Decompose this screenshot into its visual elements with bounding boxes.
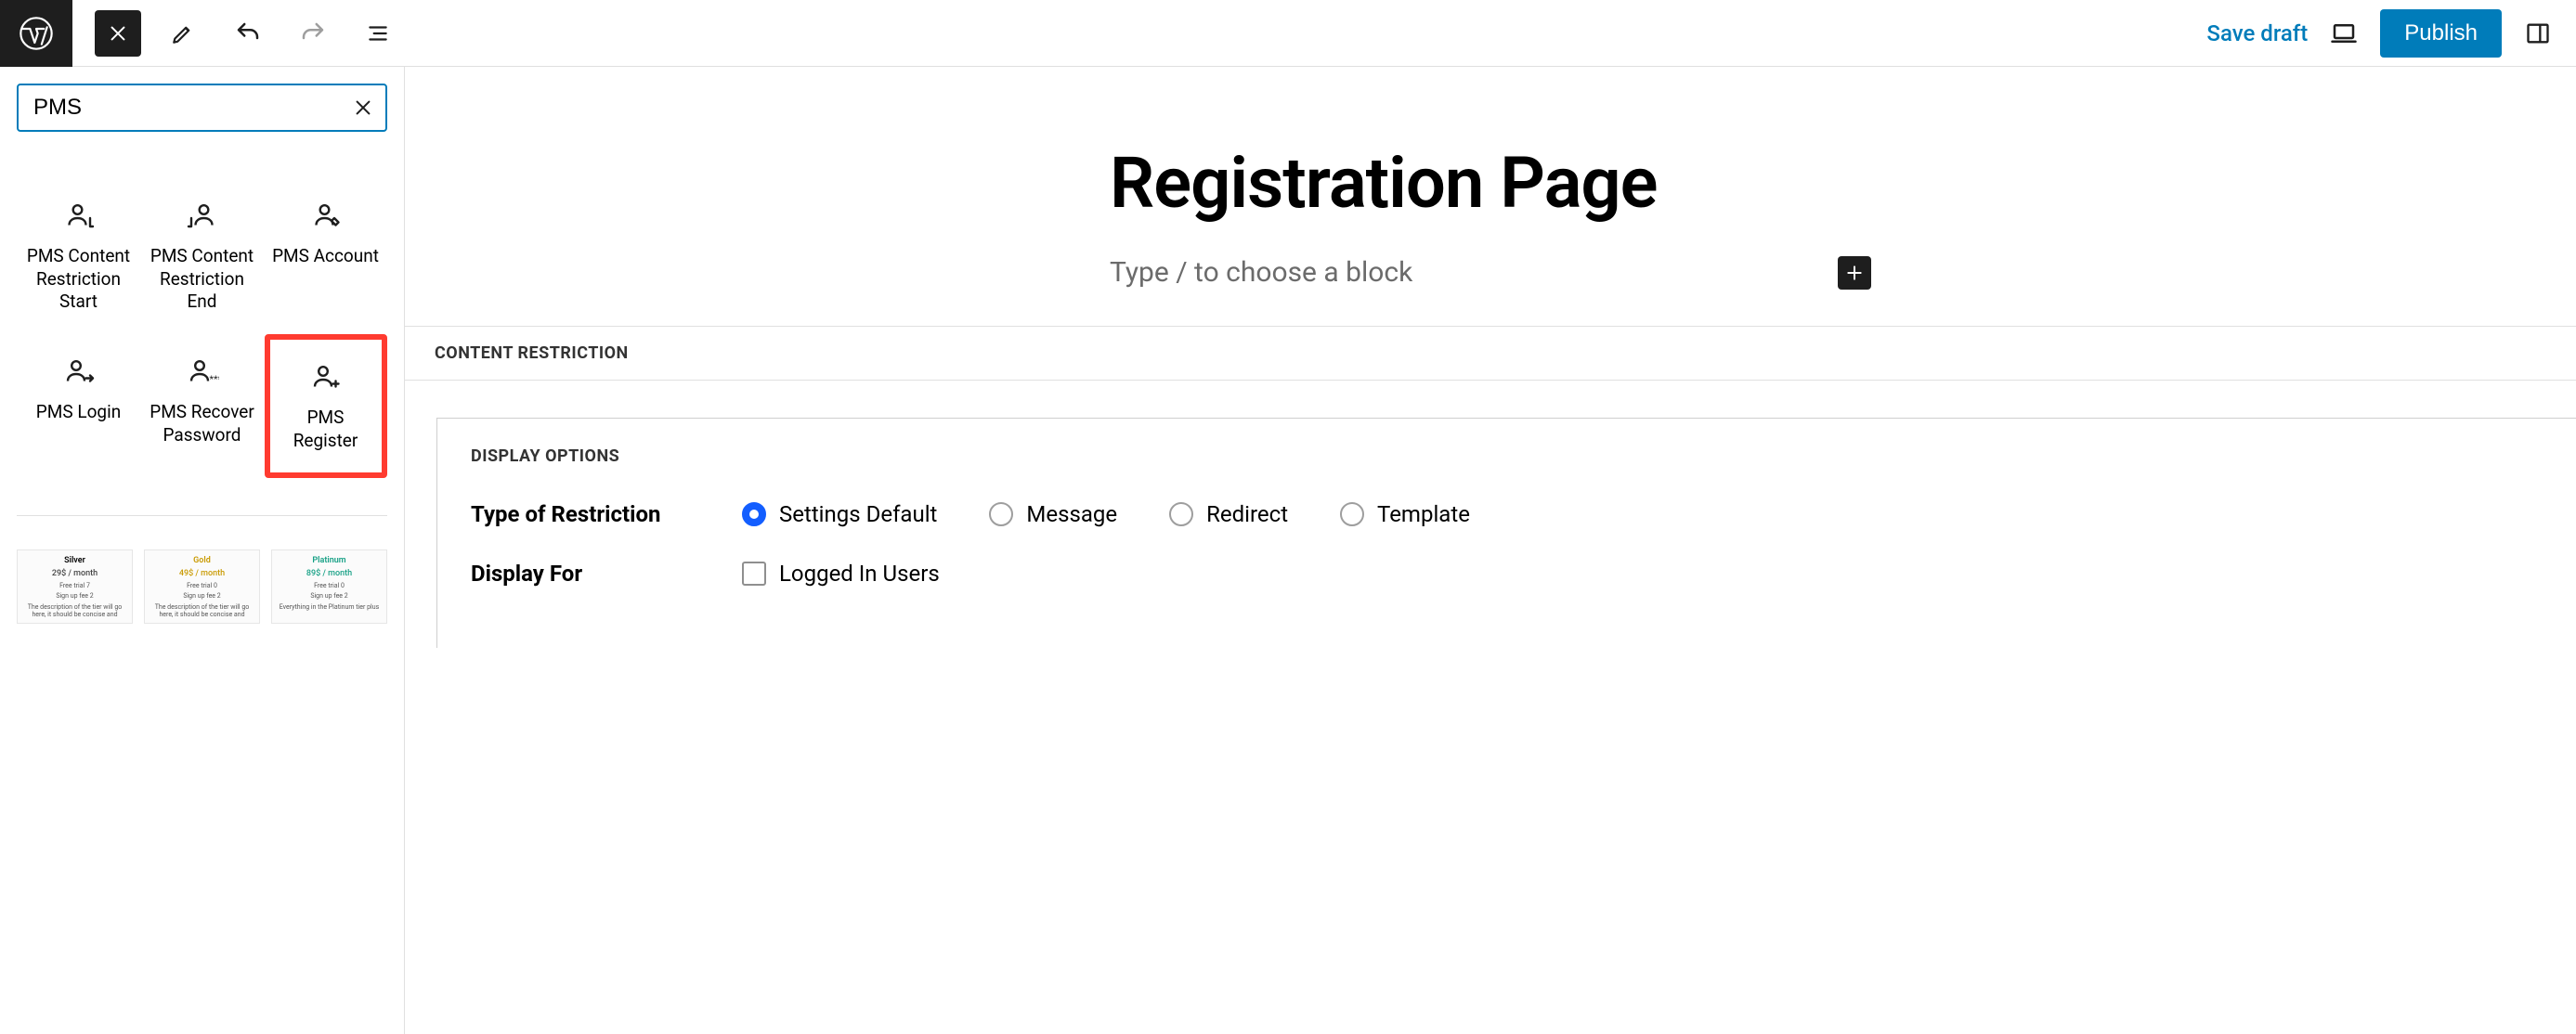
list-view-icon xyxy=(366,21,390,45)
radio-indicator-icon xyxy=(1169,502,1193,526)
undo-button[interactable] xyxy=(225,10,271,57)
block-label: PMS Recover Password xyxy=(145,401,260,446)
block-label: PMS Login xyxy=(36,401,121,424)
user-bracket-close-icon xyxy=(186,199,219,232)
block-pms-login[interactable]: PMS Login xyxy=(18,334,140,478)
block-label: PMS Content Restriction End xyxy=(145,245,260,314)
laptop-icon xyxy=(2330,19,2358,47)
page-title[interactable]: Registration Page xyxy=(1110,141,1871,225)
editor-topbar: Save draft Publish xyxy=(0,0,2576,67)
content-restriction-heading: CONTENT RESTRICTION xyxy=(405,326,2576,381)
radio-message[interactable]: Message xyxy=(989,501,1117,527)
checkbox-indicator-icon xyxy=(742,562,766,586)
type-of-restriction-radios: Settings Default Message Redirect T xyxy=(742,501,1470,527)
user-edit-icon xyxy=(309,199,343,232)
redo-button[interactable] xyxy=(290,10,336,57)
publish-button[interactable]: Publish xyxy=(2380,9,2502,58)
undo-icon xyxy=(234,19,262,47)
radio-indicator-icon xyxy=(989,502,1013,526)
radio-settings-default[interactable]: Settings Default xyxy=(742,501,937,527)
radio-template[interactable]: Template xyxy=(1340,501,1470,527)
preview-tier-platinum: Platinum 89$ / month Free trial 0 Sign u… xyxy=(271,549,387,623)
block-label: PMS Account xyxy=(272,245,379,268)
block-pms-account[interactable]: PMS Account xyxy=(265,178,387,334)
block-label: PMS Register xyxy=(274,407,378,452)
display-for-label: Display For xyxy=(471,561,742,587)
preview-device-button[interactable] xyxy=(2321,10,2367,57)
wp-logo-button[interactable] xyxy=(0,0,72,67)
edit-tool-button[interactable] xyxy=(160,10,206,57)
user-arrow-icon xyxy=(62,355,96,388)
preview-tier-silver: Silver 29$ / month Free trial 7 Sign up … xyxy=(17,549,133,623)
block-pms-content-restriction-start[interactable]: PMS Content Restriction Start xyxy=(18,178,140,334)
close-icon xyxy=(353,97,373,118)
close-inserter-button[interactable] xyxy=(95,10,141,57)
add-block-button[interactable] xyxy=(1838,256,1871,290)
redo-icon xyxy=(299,19,327,47)
radio-indicator-icon xyxy=(1340,502,1364,526)
block-pms-recover-password[interactable]: ***? PMS Recover Password xyxy=(141,334,264,478)
clear-search-button[interactable] xyxy=(346,91,380,124)
user-bracket-open-icon xyxy=(62,199,96,232)
checkbox-logged-in-users[interactable]: Logged In Users xyxy=(742,561,940,587)
preview-tier-gold: Gold 49$ / month Free trial 0 Sign up fe… xyxy=(144,549,260,623)
block-pms-register[interactable]: PMS Register xyxy=(265,334,387,478)
block-search-input[interactable] xyxy=(17,84,387,132)
save-draft-button[interactable]: Save draft xyxy=(2193,11,2321,56)
user-plus-icon xyxy=(309,360,343,394)
display-options-heading: DISPLAY OPTIONS xyxy=(471,446,2543,466)
editor-canvas: Registration Page Type / to choose a blo… xyxy=(405,67,2576,1034)
display-options-card: DISPLAY OPTIONS Type of Restriction Sett… xyxy=(436,418,2576,648)
close-icon xyxy=(108,23,128,44)
user-password-icon: ***? xyxy=(186,355,219,388)
type-of-restriction-label: Type of Restriction xyxy=(471,501,742,527)
block-label: PMS Content Restriction Start xyxy=(21,245,137,314)
settings-panel-toggle[interactable] xyxy=(2515,10,2561,57)
empty-block-prompt[interactable]: Type / to choose a block xyxy=(1110,249,1745,296)
radio-redirect[interactable]: Redirect xyxy=(1169,501,1288,527)
block-preview-panel: Silver 29$ / month Free trial 7 Sign up … xyxy=(17,515,387,623)
sidebar-panel-icon xyxy=(2525,20,2551,46)
radio-indicator-icon xyxy=(742,502,766,526)
pencil-icon xyxy=(171,21,195,45)
document-overview-button[interactable] xyxy=(355,10,401,57)
plus-icon xyxy=(1845,264,1864,282)
svg-text:***?: ***? xyxy=(209,373,219,385)
wordpress-logo-icon xyxy=(18,15,55,52)
block-inserter-panel: PMS Content Restriction Start PMS Conten… xyxy=(0,67,405,1034)
block-results-grid: PMS Content Restriction Start PMS Conten… xyxy=(17,178,387,478)
block-pms-content-restriction-end[interactable]: PMS Content Restriction End xyxy=(141,178,264,334)
